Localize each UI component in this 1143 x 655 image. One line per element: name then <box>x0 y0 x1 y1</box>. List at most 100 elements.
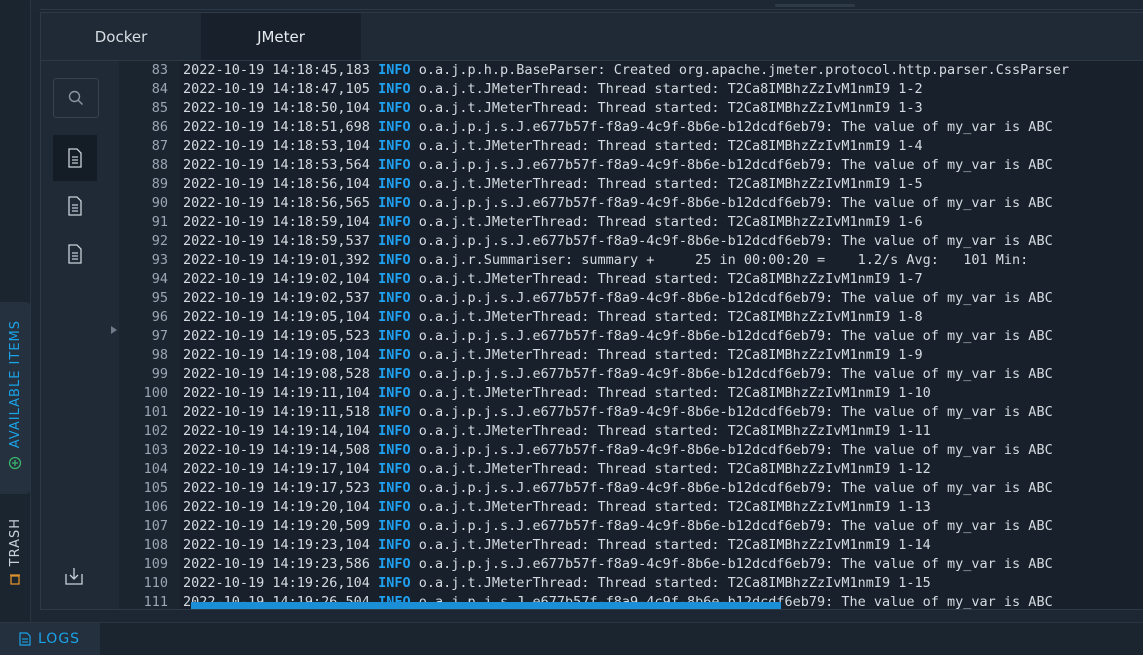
log-level: INFO <box>378 366 411 382</box>
log-text: 2022-10-19 14:19:08,528 INFO o.a.j.p.j.s… <box>183 365 1053 384</box>
log-level: INFO <box>378 81 411 97</box>
log-text: 2022-10-19 14:18:50,104 INFO o.a.j.t.JMe… <box>183 99 923 118</box>
log-level: INFO <box>378 556 411 572</box>
log-row: 110 2022-10-19 14:19:26,104 INFO o.a.j.t.… <box>119 574 1143 593</box>
trash-label: TRASH <box>7 518 23 567</box>
log-level: INFO <box>378 290 411 306</box>
line-number: 89 <box>151 176 168 192</box>
log-level: INFO <box>378 100 411 116</box>
log-message: o.a.j.t.JMeterThread: Thread started: T2… <box>418 176 923 192</box>
log-timestamp: 2022-10-19 14:18:59,537 <box>183 233 370 249</box>
log-text: 2022-10-19 14:19:05,523 INFO o.a.j.p.j.s… <box>183 327 1053 346</box>
log-text: 2022-10-19 14:19:17,523 INFO o.a.j.p.j.s… <box>183 479 1053 498</box>
trash-icon <box>10 574 20 586</box>
log-row: 106 2022-10-19 14:19:20,104 INFO o.a.j.t.… <box>119 498 1143 517</box>
log-timestamp: 2022-10-19 14:19:20,509 <box>183 518 370 534</box>
line-number: 93 <box>151 252 168 268</box>
log-timestamp: 2022-10-19 14:18:50,104 <box>183 100 370 116</box>
log-row: 97 2022-10-19 14:19:05,523 INFO o.a.j.p.j… <box>119 327 1143 346</box>
file-icon <box>68 148 82 168</box>
log-row: 84 2022-10-19 14:18:47,105 INFO o.a.j.t.J… <box>119 80 1143 99</box>
line-number: 96 <box>151 309 168 325</box>
bottom-bar: LOGS <box>0 622 1143 655</box>
search-button[interactable] <box>53 78 99 118</box>
log-message: o.a.j.p.j.s.J.e677b57f-f8a9-4c9f-8b6e-b1… <box>418 290 1053 306</box>
line-number: 101 <box>143 404 168 420</box>
log-text: 2022-10-19 14:19:05,104 INFO o.a.j.t.JMe… <box>183 308 923 327</box>
log-row: 89 2022-10-19 14:18:56,104 INFO o.a.j.t.J… <box>119 175 1143 194</box>
file-button-2[interactable] <box>53 183 97 229</box>
logs-tab[interactable]: LOGS <box>0 623 100 655</box>
log-timestamp: 2022-10-19 14:19:05,104 <box>183 309 370 325</box>
log-message: o.a.j.t.JMeterThread: Thread started: T2… <box>418 385 931 401</box>
download-icon[interactable] <box>63 566 85 586</box>
available-items-tab[interactable]: AVAILABLE ITEMS <box>0 302 30 494</box>
log-timestamp: 2022-10-19 14:19:26,104 <box>183 575 370 591</box>
file-button-1[interactable] <box>53 135 97 181</box>
log-message: o.a.j.t.JMeterThread: Thread started: T2… <box>418 537 931 553</box>
log-message: o.a.j.t.JMeterThread: Thread started: T2… <box>418 81 923 97</box>
log-message: o.a.j.p.h.p.BaseParser: Created org.apac… <box>418 62 1069 78</box>
log-level: INFO <box>378 138 411 154</box>
log-message: o.a.j.p.j.s.J.e677b57f-f8a9-4c9f-8b6e-b1… <box>418 480 1053 496</box>
log-level: INFO <box>378 499 411 515</box>
line-number: 107 <box>143 518 168 534</box>
log-row: 103 2022-10-19 14:19:14,508 INFO o.a.j.p.… <box>119 441 1143 460</box>
log-timestamp: 2022-10-19 14:19:02,537 <box>183 290 370 306</box>
tab-bar: Docker JMeter <box>41 13 1143 61</box>
log-timestamp: 2022-10-19 14:18:56,104 <box>183 176 370 192</box>
log-row: 109 2022-10-19 14:19:23,586 INFO o.a.j.p.… <box>119 555 1143 574</box>
log-text: 2022-10-19 14:19:14,508 INFO o.a.j.p.j.s… <box>183 441 1053 460</box>
file-button-3[interactable] <box>53 231 97 277</box>
search-icon <box>68 90 83 105</box>
log-text: 2022-10-19 14:19:23,104 INFO o.a.j.t.JMe… <box>183 536 931 555</box>
log-level: INFO <box>378 157 411 173</box>
horizontal-scrollbar[interactable] <box>191 602 781 609</box>
log-text: 2022-10-19 14:19:26,104 INFO o.a.j.t.JMe… <box>183 574 931 593</box>
log-level: INFO <box>378 385 411 401</box>
log-timestamp: 2022-10-19 14:18:56,565 <box>183 195 370 211</box>
log-row: 83 2022-10-19 14:18:45,183 INFO o.a.j.p.h… <box>119 61 1143 80</box>
log-timestamp: 2022-10-19 14:19:11,104 <box>183 385 370 401</box>
log-row: 88 2022-10-19 14:18:53,564 INFO o.a.j.p.j… <box>119 156 1143 175</box>
log-level: INFO <box>378 214 411 230</box>
line-number: 110 <box>143 575 168 591</box>
log-row: 100 2022-10-19 14:19:11,104 INFO o.a.j.t.… <box>119 384 1143 403</box>
trash-tab[interactable]: TRASH <box>0 510 30 600</box>
log-message: o.a.j.t.JMeterThread: Thread started: T2… <box>418 100 923 116</box>
log-level: INFO <box>378 461 411 477</box>
log-message: o.a.j.p.j.s.J.e677b57f-f8a9-4c9f-8b6e-b1… <box>418 195 1053 211</box>
log-level: INFO <box>378 423 411 439</box>
log-message: o.a.j.t.JMeterThread: Thread started: T2… <box>418 423 931 439</box>
log-level: INFO <box>378 309 411 325</box>
log-message: o.a.j.t.JMeterThread: Thread started: T2… <box>418 138 923 154</box>
top-scrollbar[interactable] <box>775 4 855 7</box>
log-text: 2022-10-19 14:19:02,537 INFO o.a.j.p.j.s… <box>183 289 1053 308</box>
main-panel: Docker JMeter 83 2022-10-19 14:18:45,183… <box>40 12 1143 610</box>
log-row: 102 2022-10-19 14:19:14,104 INFO o.a.j.t.… <box>119 422 1143 441</box>
line-number: 98 <box>151 347 168 363</box>
log-row: 98 2022-10-19 14:19:08,104 INFO o.a.j.t.J… <box>119 346 1143 365</box>
log-message: o.a.j.p.j.s.J.e677b57f-f8a9-4c9f-8b6e-b1… <box>418 366 1053 382</box>
log-timestamp: 2022-10-19 14:19:08,528 <box>183 366 370 382</box>
log-row: 96 2022-10-19 14:19:05,104 INFO o.a.j.t.J… <box>119 308 1143 327</box>
log-text: 2022-10-19 14:19:01,392 INFO o.a.j.r.Sum… <box>183 251 1028 270</box>
line-number: 100 <box>143 385 168 401</box>
chevron-right-icon[interactable] <box>110 325 118 335</box>
tab-jmeter[interactable]: JMeter <box>201 13 361 60</box>
log-level: INFO <box>378 404 411 420</box>
log-row: 108 2022-10-19 14:19:23,104 INFO o.a.j.t.… <box>119 536 1143 555</box>
top-divider <box>40 9 1143 10</box>
log-text: 2022-10-19 14:19:17,104 INFO o.a.j.t.JMe… <box>183 460 931 479</box>
log-level: INFO <box>378 119 411 135</box>
available-items-label: AVAILABLE ITEMS <box>7 320 23 449</box>
log-text: 2022-10-19 14:18:53,564 INFO o.a.j.p.j.s… <box>183 156 1053 175</box>
log-viewer[interactable]: 83 2022-10-19 14:18:45,183 INFO o.a.j.p.h… <box>119 61 1143 609</box>
tab-docker[interactable]: Docker <box>41 13 201 60</box>
line-number: 108 <box>143 537 168 553</box>
log-row: 95 2022-10-19 14:19:02,537 INFO o.a.j.p.j… <box>119 289 1143 308</box>
log-text: 2022-10-19 14:19:02,104 INFO o.a.j.t.JMe… <box>183 270 923 289</box>
line-number: 83 <box>151 62 168 78</box>
log-text: 2022-10-19 14:19:20,104 INFO o.a.j.t.JMe… <box>183 498 931 517</box>
log-text: 2022-10-19 14:19:23,586 INFO o.a.j.p.j.s… <box>183 555 1053 574</box>
